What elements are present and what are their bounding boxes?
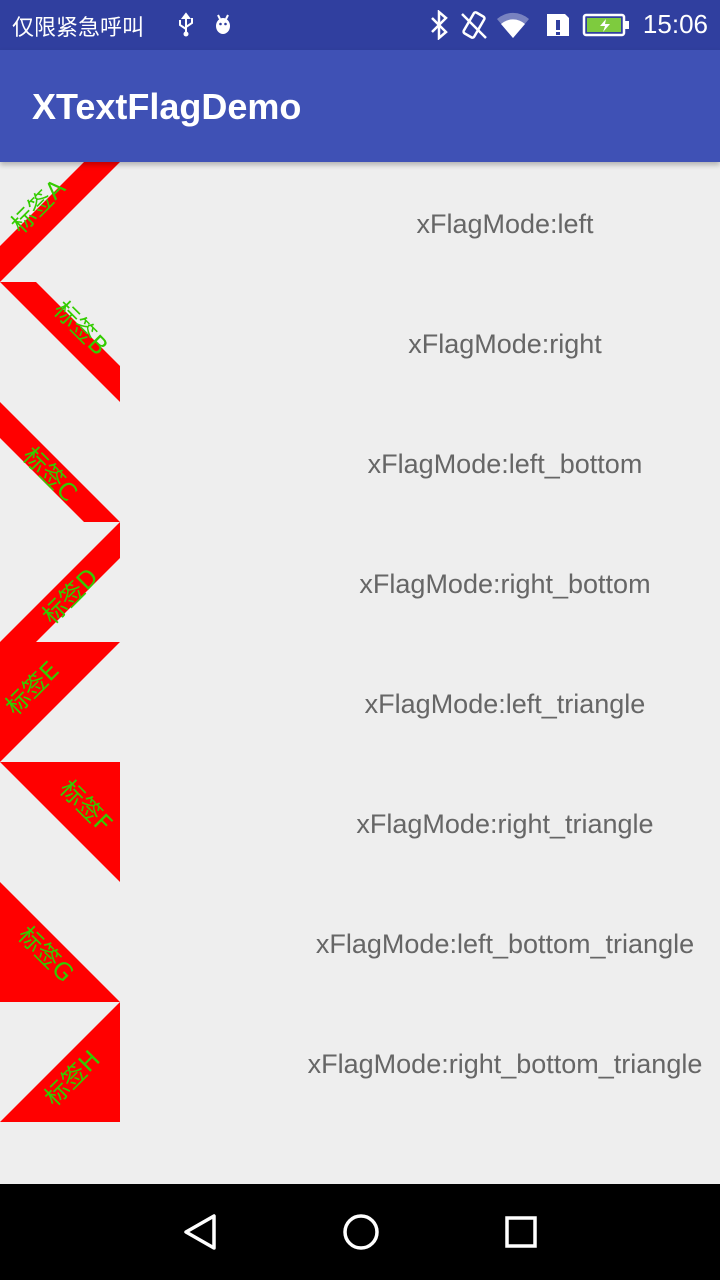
mode-label: xFlagMode:left_bottom_triangle bbox=[315, 929, 695, 959]
flag-right: 标签B bbox=[0, 282, 120, 402]
list-item: 标签G xFlagMode:left_bottom_triangle bbox=[0, 882, 720, 1002]
usb-icon bbox=[176, 12, 196, 42]
list-item: 标签A xFlagMode:left bbox=[0, 162, 720, 282]
android-debug-icon bbox=[212, 12, 234, 42]
list-item: 标签B xFlagMode:right bbox=[0, 282, 720, 402]
app-bar: XTextFlagDemo bbox=[0, 50, 720, 162]
status-clock: 15:06 bbox=[642, 9, 708, 39]
list-item: 标签F xFlagMode:right_triangle bbox=[0, 762, 720, 882]
mode-label: xFlagMode:left_bottom bbox=[367, 449, 643, 479]
list-item: 标签H xFlagMode:right_bottom_triangle bbox=[0, 1002, 720, 1122]
flag-left-bottom: 标签C bbox=[0, 402, 120, 522]
mode-label: xFlagMode:right_bottom bbox=[359, 569, 651, 599]
mode-label: xFlagMode:right bbox=[408, 329, 602, 359]
flag-right-bottom-triangle: 标签H bbox=[0, 1002, 120, 1122]
list-item: 标签D xFlagMode:right_bottom bbox=[0, 522, 720, 642]
wifi-icon bbox=[496, 10, 530, 44]
list-item: 标签C xFlagMode:left_bottom bbox=[0, 402, 720, 522]
carrier-label: 仅限紧急呼叫 bbox=[12, 16, 145, 41]
list-item: 标签E xFlagMode:left_triangle bbox=[0, 642, 720, 762]
mode-label: xFlagMode:right_triangle bbox=[356, 809, 654, 839]
home-icon[interactable] bbox=[329, 1200, 393, 1264]
battery-charging-icon bbox=[582, 12, 630, 42]
sim-alert-icon bbox=[544, 10, 572, 44]
bluetooth-icon bbox=[428, 9, 450, 44]
back-icon[interactable] bbox=[168, 1200, 232, 1264]
flag-left: 标签A bbox=[0, 162, 120, 282]
flag-list: 标签A xFlagMode:left 标签B xFlagMode:right 标… bbox=[0, 162, 720, 1122]
navigation-bar bbox=[0, 1184, 720, 1280]
mode-label: xFlagMode:left bbox=[416, 209, 594, 239]
flag-right-triangle: 标签F bbox=[0, 762, 120, 882]
mode-label: xFlagMode:left_triangle bbox=[364, 689, 646, 719]
flag-left-bottom-triangle: 标签G bbox=[0, 882, 120, 1002]
recents-icon[interactable] bbox=[489, 1200, 553, 1264]
page-title: XTextFlagDemo bbox=[32, 86, 302, 127]
mode-label: xFlagMode:right_bottom_triangle bbox=[307, 1049, 703, 1079]
flag-left-triangle: 标签E bbox=[0, 642, 120, 762]
vibrate-icon bbox=[460, 10, 488, 44]
status-bar: 仅限紧急呼叫 15:06 bbox=[0, 0, 720, 50]
flag-right-bottom: 标签D bbox=[0, 522, 120, 642]
